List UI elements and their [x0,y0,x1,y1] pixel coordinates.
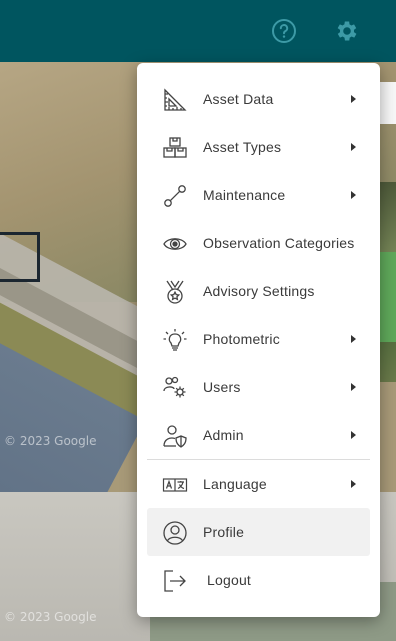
menu-item-label: Users [203,379,241,395]
lightbulb-icon [162,327,188,353]
chevron-right-icon [351,191,356,199]
medal-icon [162,279,188,305]
chevron-right-icon [351,480,356,488]
menu-item-label: Profile [203,524,245,540]
map-watermark: © 2023 Google [4,434,97,448]
menu-item-label: Maintenance [203,187,286,203]
settings-menu: Asset Data Asset Types Maintenance Obser… [137,63,380,617]
chevron-right-icon [351,95,356,103]
users-gear-icon [162,375,188,401]
menu-item-advisory-settings[interactable]: Advisory Settings [147,267,370,315]
map-grass-patch [378,252,396,342]
menu-item-label: Asset Data [203,91,274,107]
menu-item-admin[interactable]: Admin [147,411,370,459]
menu-item-label: Logout [207,572,252,588]
menu-item-observation-categories[interactable]: Observation Categories [147,219,370,267]
help-circle-icon [271,18,297,44]
menu-item-language[interactable]: Language [147,460,370,508]
logout-icon [162,568,188,594]
wrench-icon [162,183,188,209]
menu-item-label: Advisory Settings [203,283,315,299]
chevron-right-icon [351,335,356,343]
user-shield-icon [162,423,188,449]
menu-item-photometric[interactable]: Photometric [147,315,370,363]
menu-item-asset-types[interactable]: Asset Types [147,123,370,171]
translate-icon [162,472,188,498]
menu-item-profile[interactable]: Profile [147,508,370,556]
eye-icon [162,231,188,257]
chevron-right-icon [351,431,356,439]
map-structure [0,232,40,282]
menu-item-maintenance[interactable]: Maintenance [147,171,370,219]
chevron-right-icon [351,383,356,391]
stacked-boxes-icon [162,135,188,161]
menu-item-label: Observation Categories [203,235,355,251]
menu-item-asset-data[interactable]: Asset Data [147,75,370,123]
menu-item-users[interactable]: Users [147,363,370,411]
top-bar [0,0,396,62]
chevron-right-icon [351,143,356,151]
gear-icon [334,18,360,44]
map-watermark: © 2023 Google [4,610,97,624]
menu-item-label: Admin [203,427,244,443]
user-circle-icon [162,520,188,546]
menu-item-logout[interactable]: Logout [147,556,370,604]
menu-item-label: Asset Types [203,139,282,155]
help-button[interactable] [270,17,298,45]
settings-button[interactable] [333,17,361,45]
map-overlay-panel-edge [380,82,396,124]
menu-item-label: Language [203,476,267,492]
menu-item-label: Photometric [203,331,280,347]
ruler-triangle-icon [162,87,188,113]
